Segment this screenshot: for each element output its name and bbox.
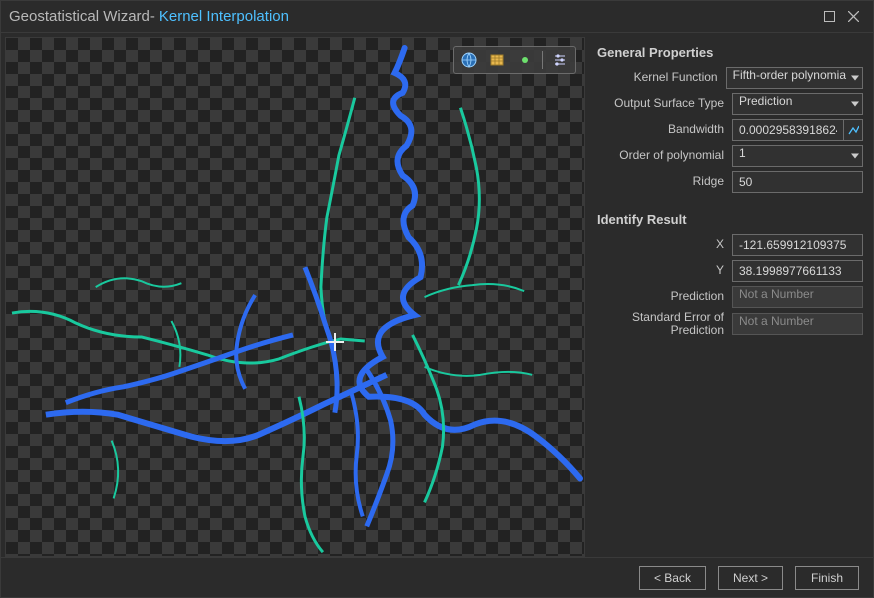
ridge-input[interactable] — [732, 171, 863, 193]
identify-x-label: X — [597, 238, 732, 251]
finish-button[interactable]: Finish — [795, 566, 859, 590]
bandwidth-optimize-button[interactable] — [844, 119, 863, 141]
wizard-footer: < Back Next > Finish — [1, 557, 873, 597]
window-title: Geostatistical Wizard — [9, 8, 150, 25]
back-button[interactable]: < Back — [639, 566, 706, 590]
identify-x-input[interactable] — [732, 234, 863, 256]
order-of-polynomial-label: Order of polynomial — [597, 149, 732, 162]
output-surface-type-select[interactable]: Prediction — [732, 93, 863, 115]
globe-icon — [461, 52, 477, 68]
window-subtitle: Kernel Interpolation — [159, 8, 289, 25]
identify-result-heading: Identify Result — [597, 212, 863, 227]
ridge-label: Ridge — [597, 175, 732, 188]
basemap-icon — [489, 52, 505, 68]
titlebar: Geostatistical Wizard - Kernel Interpola… — [1, 1, 873, 33]
maximize-button[interactable] — [817, 5, 841, 29]
settings-button[interactable] — [549, 49, 571, 71]
point-sample-button[interactable] — [514, 49, 536, 71]
globe-button[interactable] — [458, 49, 480, 71]
sliders-icon — [552, 52, 568, 68]
close-icon — [848, 11, 859, 22]
optimize-icon — [847, 124, 859, 136]
interpolation-surface — [6, 38, 584, 556]
identify-prediction-value: Not a Number — [732, 286, 863, 308]
map-preview[interactable] — [5, 37, 585, 557]
toolbar-divider — [542, 51, 543, 69]
title-separator: - — [150, 8, 155, 25]
identify-std-error-label: Standard Error of Prediction — [597, 311, 732, 337]
properties-panel: General Properties Kernel Function Fifth… — [585, 33, 873, 557]
close-button[interactable] — [841, 5, 865, 29]
kernel-function-select[interactable]: Fifth-order polynomia — [726, 67, 863, 89]
order-of-polynomial-select[interactable]: 1 — [732, 145, 863, 167]
identify-std-error-value: Not a Number — [732, 313, 863, 335]
map-toolbar — [453, 46, 576, 74]
basemap-button[interactable] — [486, 49, 508, 71]
bandwidth-input[interactable] — [732, 119, 844, 141]
point-icon — [517, 52, 533, 68]
identify-y-input[interactable] — [732, 260, 863, 282]
maximize-icon — [824, 11, 835, 22]
bandwidth-label: Bandwidth — [597, 123, 732, 136]
next-button[interactable]: Next > — [718, 566, 783, 590]
kernel-function-label: Kernel Function — [597, 71, 726, 84]
identify-prediction-label: Prediction — [597, 290, 732, 303]
identify-y-label: Y — [597, 264, 732, 277]
wizard-window: Geostatistical Wizard - Kernel Interpola… — [0, 0, 874, 598]
output-surface-type-label: Output Surface Type — [597, 97, 732, 110]
general-properties-heading: General Properties — [597, 45, 863, 60]
